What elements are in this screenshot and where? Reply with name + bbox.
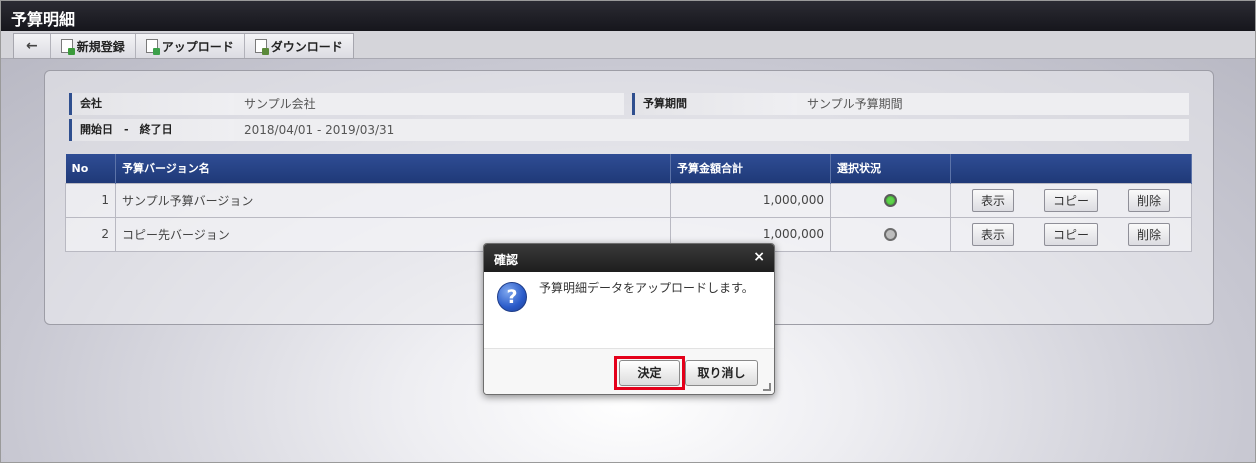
company-value: サンプル会社: [234, 93, 624, 115]
header-selection: 選択状況: [830, 154, 951, 183]
table-row: 1 サンプル予算バージョン 1,000,000 表示 コピー 削除: [65, 182, 1192, 218]
close-icon[interactable]: ×: [753, 249, 765, 265]
selected-radio-icon[interactable]: [884, 194, 897, 207]
resize-grip-icon[interactable]: [763, 383, 771, 391]
toolbar-button-group: ← 新規登録 アップロード ダウンロード: [13, 33, 354, 59]
header-version-name: 予算バージョン名: [115, 154, 671, 183]
new-register-label: 新規登録: [76, 39, 125, 54]
header-no: No: [65, 154, 116, 183]
row-selection-cell: [830, 216, 951, 252]
unselected-radio-icon[interactable]: [884, 228, 897, 241]
download-label: ダウンロード: [270, 39, 343, 54]
delete-button[interactable]: 削除: [1127, 222, 1170, 246]
download-button[interactable]: ダウンロード: [245, 34, 353, 58]
dialog-body: ? 予算明細データをアップロードします。: [484, 272, 774, 347]
table-header-row: No 予算バージョン名 予算金額合計 選択状況: [65, 154, 1192, 183]
question-icon: ?: [497, 282, 527, 312]
copy-button[interactable]: コピー: [1043, 188, 1098, 212]
row-amount: 1,000,000: [670, 182, 831, 218]
confirm-dialog: 確認 × ? 予算明細データをアップロードします。 決定 取り消し: [483, 243, 775, 395]
copy-button[interactable]: コピー: [1043, 222, 1098, 246]
upload-icon: [145, 39, 160, 55]
budget-version-table: No 予算バージョン名 予算金額合計 選択状況 1 サンプル予算バージョン 1,…: [65, 154, 1192, 252]
row-version-name: サンプル予算バージョン: [115, 182, 671, 218]
back-arrow-icon: ←: [26, 38, 38, 54]
row-actions-cell: 表示 コピー 削除: [950, 216, 1192, 252]
period-label: 予算期間: [632, 93, 797, 115]
dates-row: 開始日 - 終了日 2018/04/01 - 2019/03/31: [69, 119, 1189, 141]
upload-button[interactable]: アップロード: [136, 34, 245, 58]
dialog-message: 予算明細データをアップロードします。: [539, 281, 754, 295]
period-value: サンプル予算期間: [797, 93, 1189, 115]
dialog-header: 確認 ×: [484, 244, 774, 272]
dates-label: 開始日 - 終了日: [69, 119, 234, 141]
row-no: 1: [65, 182, 116, 218]
company-row: 会社 サンプル会社: [69, 93, 624, 115]
cancel-button[interactable]: 取り消し: [685, 360, 758, 386]
view-button[interactable]: 表示: [971, 222, 1014, 246]
page-title: 予算明細: [1, 1, 1255, 31]
back-button[interactable]: ←: [14, 34, 51, 58]
dialog-title: 確認: [494, 253, 519, 267]
row-no: 2: [65, 216, 116, 252]
new-register-button[interactable]: 新規登録: [51, 34, 136, 58]
download-icon: [254, 39, 269, 55]
ok-button[interactable]: 決定: [619, 360, 680, 386]
toolbar: ← 新規登録 アップロード ダウンロード: [1, 31, 1255, 59]
header-actions: [950, 154, 1192, 183]
period-row: 予算期間 サンプル予算期間: [632, 93, 1189, 115]
header-amount: 予算金額合計: [670, 154, 831, 183]
new-document-icon: [60, 39, 75, 55]
company-label: 会社: [69, 93, 234, 115]
row-actions-cell: 表示 コピー 削除: [950, 182, 1192, 218]
row-selection-cell: [830, 182, 951, 218]
dates-value: 2018/04/01 - 2019/03/31: [234, 119, 1189, 141]
upload-label: アップロード: [161, 39, 234, 54]
delete-button[interactable]: 削除: [1127, 188, 1170, 212]
dialog-footer: 決定 取り消し: [484, 348, 774, 394]
view-button[interactable]: 表示: [971, 188, 1014, 212]
